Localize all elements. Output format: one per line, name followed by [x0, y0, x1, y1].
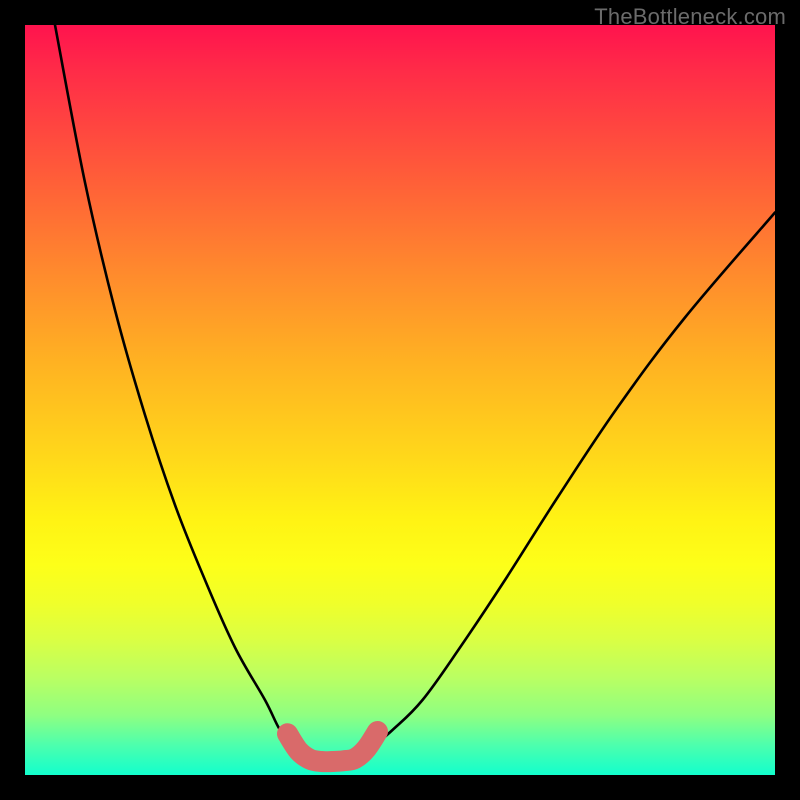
watermark-text: TheBottleneck.com — [594, 4, 786, 30]
left-curve-path — [55, 25, 306, 760]
chart-svg — [25, 25, 775, 775]
bottom-highlight-path — [288, 732, 378, 762]
chart-area — [25, 25, 775, 775]
right-curve-path — [355, 213, 775, 761]
